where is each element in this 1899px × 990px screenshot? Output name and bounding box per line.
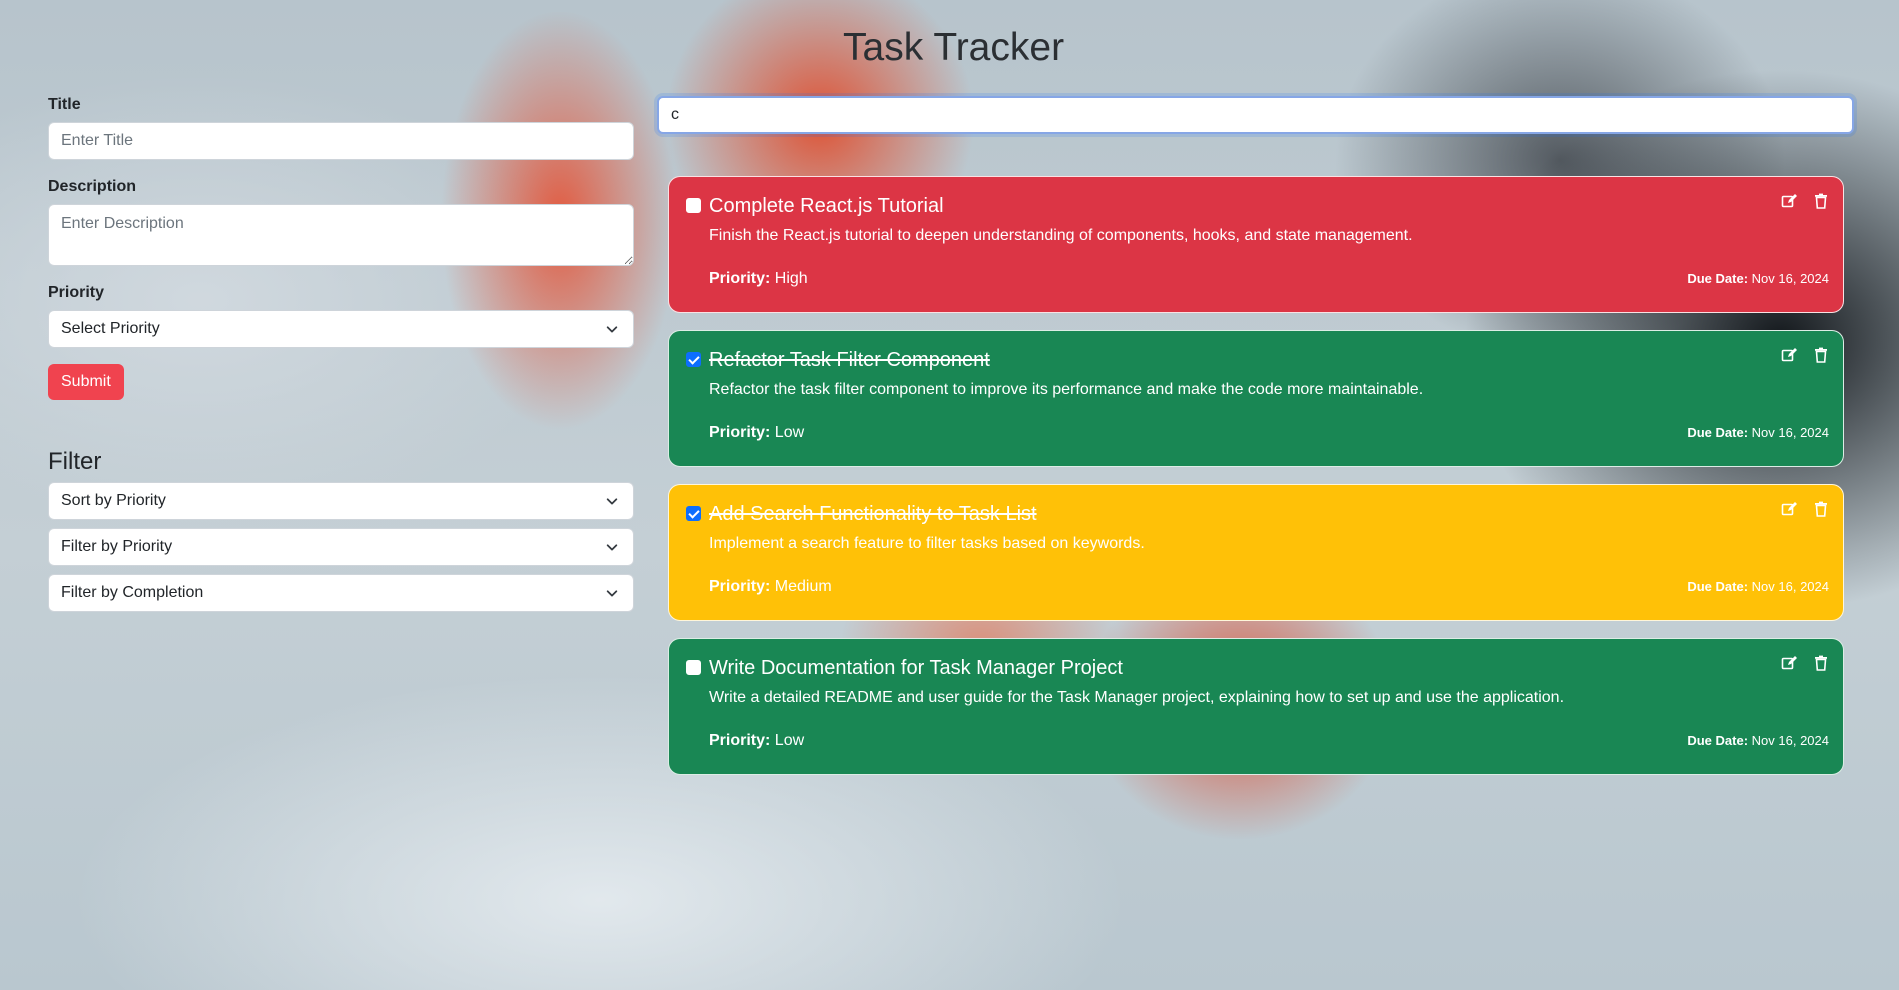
task-due-date: Due Date: Nov 16, 2024 — [1687, 733, 1829, 748]
task-card: Write Documentation for Task Manager Pro… — [668, 638, 1844, 775]
filter-priority-select[interactable]: Filter by Priority — [48, 528, 634, 566]
task-complete-checkbox[interactable] — [686, 352, 701, 367]
filter-completion-select[interactable]: Filter by Completion — [48, 574, 634, 612]
task-complete-checkbox[interactable] — [686, 660, 701, 675]
due-label: Due Date: — [1687, 579, 1749, 594]
task-priority: Priority: Low — [709, 732, 804, 750]
task-footer: Priority: Medium Due Date: Nov 16, 2024 — [709, 578, 1829, 596]
task-priority: Priority: Medium — [709, 578, 832, 596]
trash-icon[interactable] — [1813, 655, 1829, 671]
chevron-down-icon — [606, 498, 618, 505]
priority-value: Low — [774, 732, 805, 749]
task-description: Refactor the task filter component to im… — [709, 381, 1424, 398]
priority-label: Priority: — [709, 424, 771, 441]
title-input[interactable] — [48, 122, 634, 160]
priority-value: Medium — [774, 578, 832, 595]
task-actions — [1781, 347, 1829, 363]
submit-button[interactable]: Submit — [48, 364, 124, 400]
description-input[interactable] — [48, 204, 634, 266]
due-value: Nov 16, 2024 — [1751, 425, 1829, 440]
task-actions — [1781, 655, 1829, 671]
title-label: Title — [48, 96, 81, 113]
task-title: Refactor Task Filter Component — [709, 349, 990, 371]
task-title: Add Search Functionality to Task List — [709, 503, 1037, 525]
description-label: Description — [48, 178, 137, 195]
task-card: Complete React.js Tutorial Finish the Re… — [668, 176, 1844, 313]
priority-value: High — [774, 270, 808, 287]
description-group: Description — [48, 178, 634, 266]
priority-label: Priority: — [709, 270, 771, 287]
filter-priority-value: Filter by Priority — [61, 538, 173, 555]
edit-icon[interactable] — [1781, 655, 1797, 671]
task-form: Title Description Priority Select Priori… — [48, 96, 634, 620]
task-priority: Priority: Low — [709, 424, 804, 442]
priority-label: Priority — [48, 284, 105, 301]
task-footer: Priority: Low Due Date: Nov 16, 2024 — [709, 424, 1829, 442]
task-due-date: Due Date: Nov 16, 2024 — [1687, 271, 1829, 286]
task-card: Refactor Task Filter Component Refactor … — [668, 330, 1844, 467]
trash-icon[interactable] — [1813, 501, 1829, 517]
due-value: Nov 16, 2024 — [1751, 579, 1829, 594]
priority-select[interactable]: Select Priority — [48, 310, 634, 348]
priority-value: Low — [774, 424, 805, 441]
task-title: Complete React.js Tutorial — [709, 195, 944, 217]
task-actions — [1781, 501, 1829, 517]
edit-icon[interactable] — [1781, 193, 1797, 209]
due-value: Nov 16, 2024 — [1751, 271, 1829, 286]
task-actions — [1781, 193, 1829, 209]
priority-label: Priority: — [709, 732, 771, 749]
task-footer: Priority: Low Due Date: Nov 16, 2024 — [709, 732, 1829, 750]
task-complete-checkbox[interactable] — [686, 198, 701, 213]
chevron-down-icon — [606, 326, 618, 333]
due-value: Nov 16, 2024 — [1751, 733, 1829, 748]
due-label: Due Date: — [1687, 425, 1749, 440]
task-list: Complete React.js Tutorial Finish the Re… — [668, 176, 1844, 792]
page-title: Task Tracker — [843, 26, 1065, 69]
trash-icon[interactable] — [1813, 193, 1829, 209]
priority-select-value: Select Priority — [61, 320, 160, 337]
task-due-date: Due Date: Nov 16, 2024 — [1687, 579, 1829, 594]
task-priority: Priority: High — [709, 270, 808, 288]
task-description: Write a detailed README and user guide f… — [709, 689, 1565, 706]
sort-priority-select[interactable]: Sort by Priority — [48, 482, 634, 520]
task-complete-checkbox[interactable] — [686, 506, 701, 521]
task-due-date: Due Date: Nov 16, 2024 — [1687, 425, 1829, 440]
priority-label: Priority: — [709, 578, 771, 595]
task-description: Finish the React.js tutorial to deepen u… — [709, 227, 1413, 244]
filter-controls: Sort by Priority Filter by Priority Filt… — [48, 482, 634, 612]
task-title: Write Documentation for Task Manager Pro… — [709, 657, 1123, 679]
priority-group: Priority Select Priority — [48, 284, 634, 348]
filter-completion-value: Filter by Completion — [61, 584, 204, 601]
chevron-down-icon — [606, 590, 618, 597]
edit-icon[interactable] — [1781, 347, 1797, 363]
chevron-down-icon — [606, 544, 618, 551]
edit-icon[interactable] — [1781, 501, 1797, 517]
filter-heading: Filter — [48, 448, 102, 475]
task-footer: Priority: High Due Date: Nov 16, 2024 — [709, 270, 1829, 288]
due-label: Due Date: — [1687, 733, 1749, 748]
task-card: Add Search Functionality to Task List Im… — [668, 484, 1844, 621]
title-group: Title — [48, 96, 634, 160]
sort-priority-value: Sort by Priority — [61, 492, 166, 509]
task-description: Implement a search feature to filter tas… — [709, 535, 1145, 552]
due-label: Due Date: — [1687, 271, 1749, 286]
trash-icon[interactable] — [1813, 347, 1829, 363]
search-input[interactable] — [657, 96, 1854, 134]
